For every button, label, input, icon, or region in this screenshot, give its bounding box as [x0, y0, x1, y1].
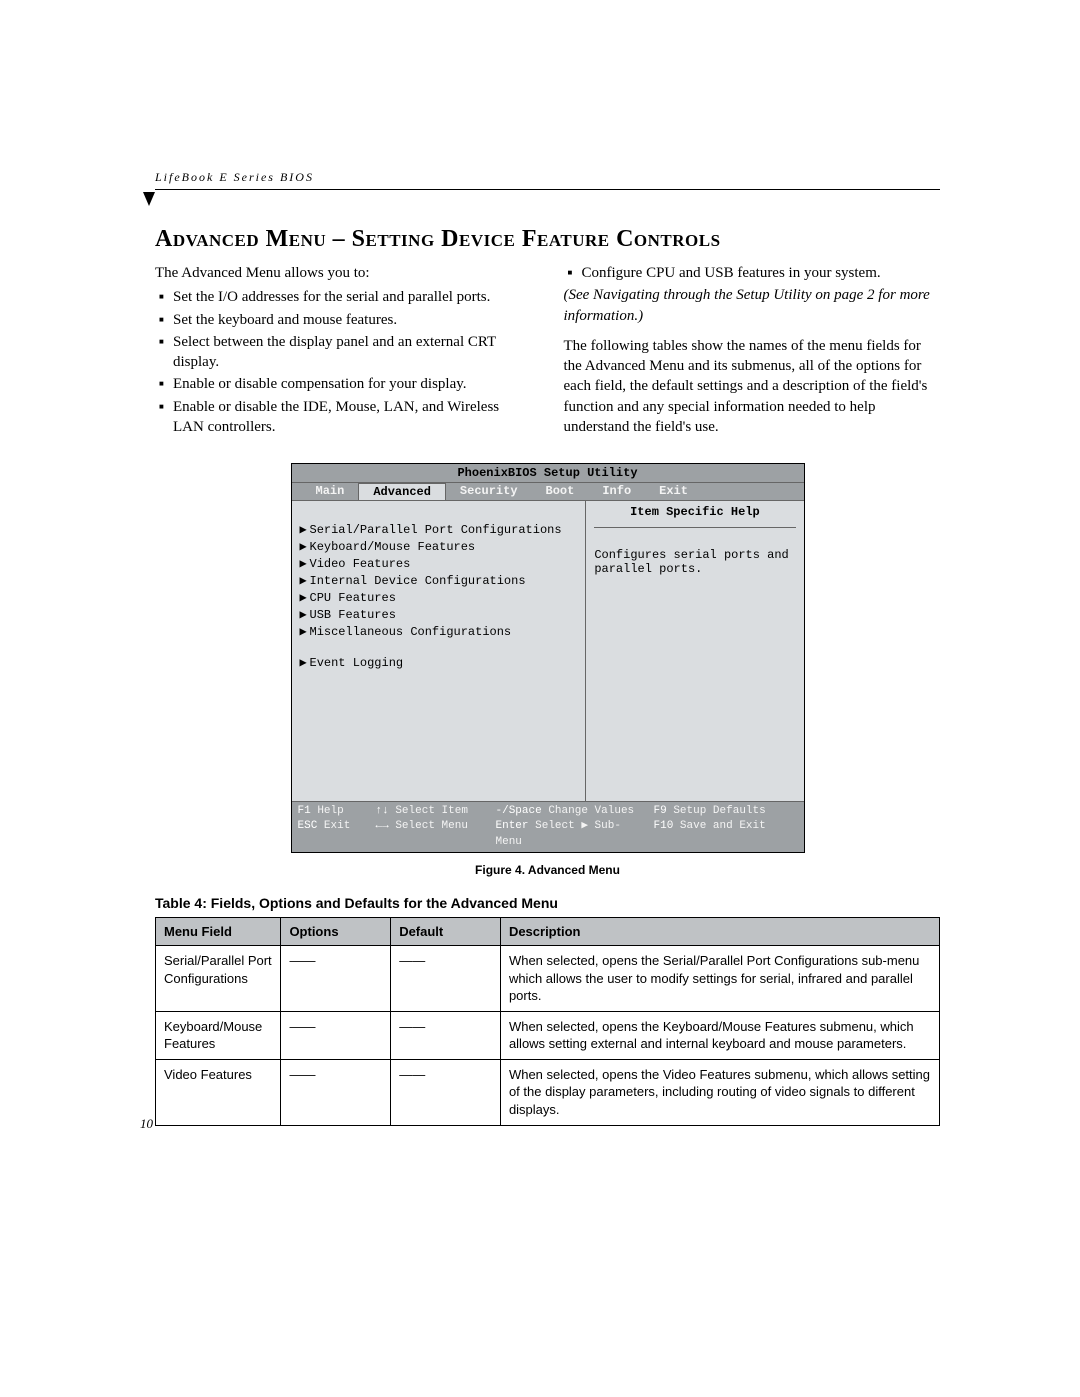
bullet-item: Configure CPU and USB features in your s… — [582, 263, 941, 283]
bios-footer: F1 Help ↑↓ Select Item -/Space Change Va… — [292, 801, 804, 852]
bios-menu-item[interactable]: ▶Keyboard/Mouse Features — [300, 538, 578, 555]
cell-options: —— — [281, 1011, 391, 1059]
key-leftright: ←→ — [376, 820, 389, 832]
page-title: Advanced Menu – Setting Device Feature C… — [155, 226, 940, 253]
bios-utility-title: PhoenixBIOS Setup Utility — [292, 464, 804, 483]
th-options: Options — [281, 918, 391, 946]
page-number: 10 — [140, 1116, 153, 1132]
key-f9: F9 — [654, 805, 667, 817]
key-minus-space: -/Space — [496, 805, 542, 817]
running-header: LifeBook E Series BIOS — [155, 170, 940, 185]
right-bullet-list: Configure CPU and USB features in your s… — [564, 263, 941, 283]
bios-body: ▶Serial/Parallel Port Configurations ▶Ke… — [292, 501, 804, 801]
table-title: Table 4: Fields, Options and Defaults fo… — [155, 895, 940, 911]
left-bullet-list: Set the I/O addresses for the serial and… — [155, 287, 532, 437]
triangle-right-icon: ▶ — [300, 539, 310, 554]
bios-tab-security[interactable]: Security — [446, 483, 532, 500]
bios-help-text: Configures serial ports and parallel por… — [594, 548, 795, 576]
key-f1: F1 — [298, 805, 311, 817]
bios-tab-exit[interactable]: Exit — [645, 483, 702, 500]
bios-menu-list: ▶Serial/Parallel Port Configurations ▶Ke… — [292, 501, 587, 801]
cell-menu-field: Serial/Parallel Port Configurations — [156, 946, 281, 1012]
bios-tab-boot[interactable]: Boot — [532, 483, 589, 500]
two-column-body: The Advanced Menu allows you to: Set the… — [155, 263, 940, 439]
header-rule — [155, 189, 940, 190]
bios-tab-advanced[interactable]: Advanced — [358, 483, 446, 500]
bios-menu-item[interactable]: ▶Video Features — [300, 555, 578, 572]
table-row: Video Features —— —— When selected, open… — [156, 1059, 940, 1125]
right-paragraph: The following tables show the names of t… — [564, 336, 941, 437]
key-enter: Enter — [496, 820, 529, 832]
bios-tab-info[interactable]: Info — [588, 483, 645, 500]
bios-menu-item[interactable]: ▶Miscellaneous Configurations — [300, 623, 578, 640]
triangle-right-icon: ▶ — [300, 590, 310, 605]
triangle-right-icon: ▶ — [300, 522, 310, 537]
intro-text: The Advanced Menu allows you to: — [155, 263, 532, 283]
fields-table: Menu Field Options Default Description S… — [155, 917, 940, 1125]
th-menu-field: Menu Field — [156, 918, 281, 946]
arrow-down-icon — [143, 192, 155, 206]
bullet-item: Enable or disable compensation for your … — [173, 374, 532, 394]
table-row: Keyboard/Mouse Features —— —— When selec… — [156, 1011, 940, 1059]
triangle-right-icon: ▶ — [300, 556, 310, 571]
table-row: Serial/Parallel Port Configurations —— —… — [156, 946, 940, 1012]
cell-options: —— — [281, 946, 391, 1012]
cell-description: When selected, opens the Video Features … — [500, 1059, 939, 1125]
bios-menu-item[interactable]: ▶Serial/Parallel Port Configurations — [300, 521, 578, 538]
cell-default: —— — [391, 946, 501, 1012]
bullet-item: Enable or disable the IDE, Mouse, LAN, a… — [173, 397, 532, 438]
bullet-item: Set the I/O addresses for the serial and… — [173, 287, 532, 307]
bios-menu-item[interactable]: ▶USB Features — [300, 606, 578, 623]
triangle-right-icon: ▶ — [300, 573, 310, 588]
bullet-item: Select between the display panel and an … — [173, 332, 532, 373]
bios-screenshot: PhoenixBIOS Setup Utility Main Advanced … — [291, 463, 805, 853]
key-esc: ESC — [298, 820, 318, 832]
key-updown: ↑↓ — [376, 805, 389, 817]
cell-description: When selected, opens the Keyboard/Mouse … — [500, 1011, 939, 1059]
bios-help-title: Item Specific Help — [594, 505, 795, 528]
bios-menu-item[interactable]: ▶Internal Device Configurations — [300, 572, 578, 589]
key-f10: F10 — [654, 820, 674, 832]
right-column: Configure CPU and USB features in your s… — [564, 263, 941, 439]
cell-default: —— — [391, 1059, 501, 1125]
document-page: LifeBook E Series BIOS Advanced Menu – S… — [0, 0, 1080, 1397]
bullet-item: Set the keyboard and mouse features. — [173, 310, 532, 330]
bios-menu-item[interactable]: ▶CPU Features — [300, 589, 578, 606]
cell-description: When selected, opens the Serial/Parallel… — [500, 946, 939, 1012]
bios-help-panel: Item Specific Help Configures serial por… — [586, 501, 803, 801]
cell-menu-field: Video Features — [156, 1059, 281, 1125]
cell-menu-field: Keyboard/Mouse Features — [156, 1011, 281, 1059]
triangle-right-icon: ▶ — [300, 624, 310, 639]
cross-reference: (See Navigating through the Setup Utilit… — [564, 285, 941, 326]
th-description: Description — [500, 918, 939, 946]
bios-menu-item[interactable]: ▶Event Logging — [300, 654, 578, 671]
figure-caption: Figure 4. Advanced Menu — [155, 863, 940, 877]
cell-options: —— — [281, 1059, 391, 1125]
table-header-row: Menu Field Options Default Description — [156, 918, 940, 946]
triangle-right-icon: ▶ — [300, 655, 310, 670]
bios-tab-bar: Main Advanced Security Boot Info Exit — [292, 483, 804, 501]
cell-default: —— — [391, 1011, 501, 1059]
bios-tab-main[interactable]: Main — [302, 483, 359, 500]
triangle-right-icon: ▶ — [300, 607, 310, 622]
left-column: The Advanced Menu allows you to: Set the… — [155, 263, 532, 439]
th-default: Default — [391, 918, 501, 946]
